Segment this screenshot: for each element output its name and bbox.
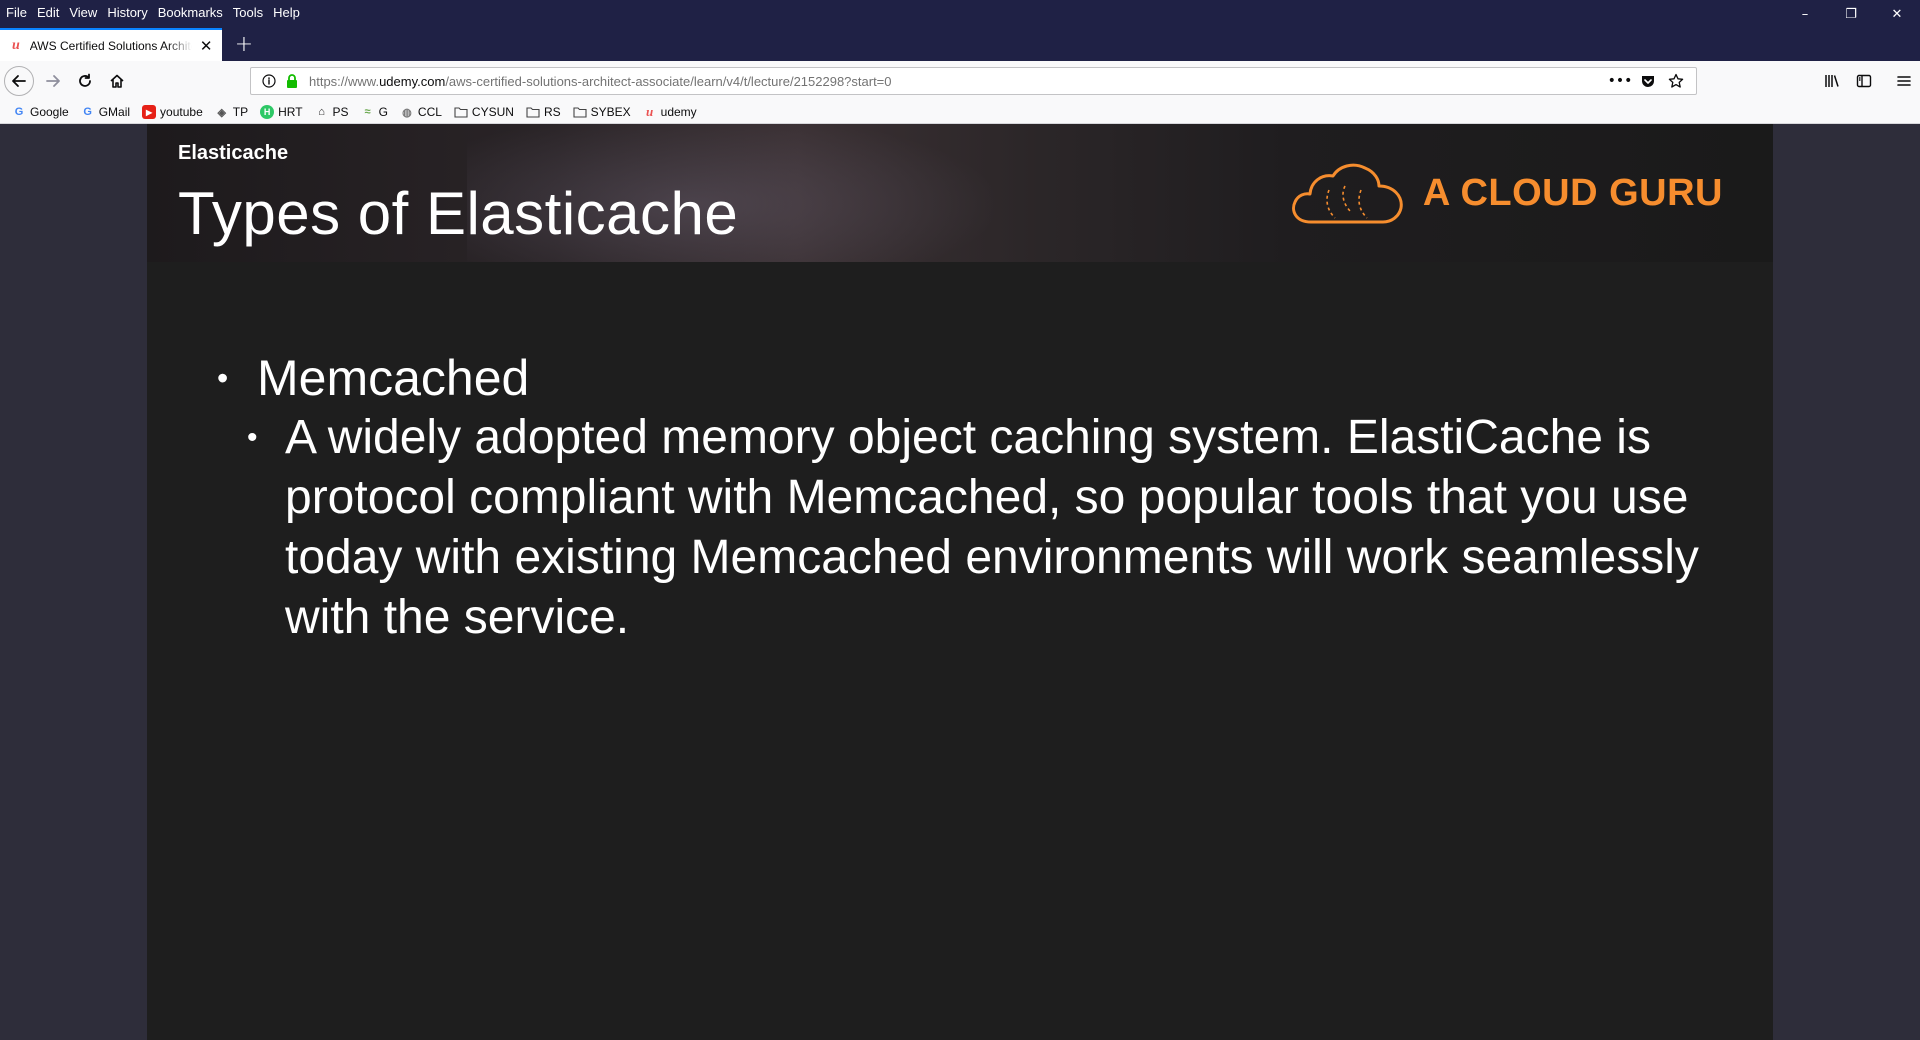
bookmark-label: CCL: [417, 105, 442, 119]
menu-file[interactable]: File: [6, 5, 34, 20]
bookmark-label: RS: [543, 105, 561, 119]
bullet-dot-icon: •: [217, 360, 229, 396]
section-label: Elasticache: [178, 142, 289, 164]
bookmark-folder-cysun[interactable]: CYSUN: [454, 105, 514, 119]
hamburger-menu-icon[interactable]: [1888, 65, 1920, 97]
bullet-text: A widely adopted memory object caching s…: [285, 411, 1699, 644]
bookmark-label: udemy: [660, 105, 697, 119]
brand-logo: A CLOUD GURU: [1289, 160, 1723, 226]
bookmark-label: Google: [30, 105, 69, 119]
bookmarks-toolbar: G Google G GMail ▶ youtube ◈ TP H HRT ⌂ PS ≈ G …: [0, 101, 1920, 124]
url-host: udemy.com: [379, 73, 446, 89]
tab-active[interactable]: u AWS Certified Solutions Architect ✕: [0, 28, 222, 61]
bookmark-label: GMail: [98, 105, 131, 119]
tab-title: AWS Certified Solutions Architect: [29, 38, 193, 53]
tab-strip: u AWS Certified Solutions Architect ✕ +: [0, 24, 1920, 61]
bookmark-label: SYBEX: [590, 105, 631, 119]
url-prefix: https://www.: [309, 73, 380, 89]
bookmark-label: PS: [332, 105, 349, 119]
bookmark-label: HRT: [278, 105, 303, 119]
tp-icon: ◈: [217, 106, 226, 119]
google-icon: G: [14, 106, 24, 118]
slide-header: Elasticache Types of Elasticache A CLOUD…: [147, 124, 1773, 262]
folder-icon: [454, 105, 468, 119]
bookmark-folder-rs[interactable]: RS: [526, 105, 561, 119]
g-icon: ≈: [364, 106, 371, 118]
back-arrow-icon: [12, 75, 26, 87]
bookmark-label: G: [378, 105, 388, 119]
reload-icon: [79, 73, 91, 87]
udemy-favicon-icon: u: [11, 37, 20, 53]
back-button[interactable]: [4, 66, 34, 96]
url-path: /aws-certified-solutions-architect-assoc…: [445, 73, 892, 89]
url-actions: •••: [1606, 68, 1690, 94]
home-icon: [110, 74, 124, 88]
bookmark-google[interactable]: G Google: [12, 105, 69, 119]
page-actions-button[interactable]: •••: [1606, 68, 1634, 94]
bookmark-ccl[interactable]: ◍ CCL: [400, 105, 442, 119]
udemy-icon: u: [646, 104, 654, 119]
bookmark-youtube[interactable]: ▶ youtube: [142, 105, 203, 119]
ps-icon: ⌂: [318, 106, 325, 118]
url-bar[interactable]: https://www.udemy.com/aws-certified-solu…: [250, 67, 1697, 95]
bookmark-hrt[interactable]: H HRT: [260, 105, 303, 119]
bookmark-g[interactable]: ≈ G: [361, 105, 388, 119]
bullet-level-1: • Memcached: [217, 348, 1737, 408]
hackerrank-icon: H: [260, 105, 275, 119]
slide-bullets: • Memcached • A widely adopted memory ob…: [217, 348, 1737, 648]
menu-history[interactable]: History: [107, 5, 154, 20]
bookmark-gmail[interactable]: G GMail: [81, 105, 130, 119]
bookmark-label: youtube: [160, 105, 203, 119]
navigation-toolbar: https://www.udemy.com/aws-certified-solu…: [0, 61, 1920, 101]
menu-help[interactable]: Help: [273, 5, 307, 20]
brand-name: A CLOUD GURU: [1422, 171, 1723, 214]
bookmark-udemy[interactable]: u udemy: [643, 104, 697, 119]
bookmark-tp[interactable]: ◈ TP: [215, 105, 249, 119]
forward-button[interactable]: [38, 66, 68, 96]
library-icon[interactable]: [1816, 65, 1848, 97]
bullet-dot-icon: •: [247, 421, 258, 454]
home-button[interactable]: [102, 66, 132, 96]
menu-bar: File Edit View History Bookmarks Tools H…: [0, 0, 310, 24]
page-content: Elasticache Types of Elasticache A CLOUD…: [0, 124, 1920, 1040]
slide-title: Types of Elasticache: [178, 180, 739, 247]
new-tab-button[interactable]: +: [230, 30, 258, 58]
info-icon[interactable]: [259, 74, 279, 88]
reload-button[interactable]: [70, 66, 100, 96]
youtube-icon: ▶: [142, 105, 157, 119]
bookmark-star-icon[interactable]: [1662, 68, 1690, 94]
sidebar-icon[interactable]: [1848, 65, 1880, 97]
title-bar: File Edit View History Bookmarks Tools H…: [0, 0, 1920, 24]
menu-edit[interactable]: Edit: [37, 5, 66, 20]
bullet-text: Memcached: [257, 350, 530, 406]
folder-icon: [573, 105, 587, 119]
menu-view[interactable]: View: [69, 5, 104, 20]
pocket-icon[interactable]: [1634, 68, 1662, 94]
bullet-level-2: • A widely adopted memory object caching…: [247, 408, 1737, 648]
cloud-logo-icon: [1291, 163, 1403, 224]
bookmark-folder-sybex[interactable]: SYBEX: [573, 105, 631, 119]
lock-icon[interactable]: [283, 74, 301, 88]
forward-arrow-icon: [46, 75, 60, 87]
menu-tools[interactable]: Tools: [233, 5, 270, 20]
shield-icon: ◍: [402, 106, 412, 119]
lecture-slide[interactable]: Elasticache Types of Elasticache A CLOUD…: [147, 124, 1773, 1040]
bookmark-label: TP: [232, 105, 249, 119]
bookmark-ps[interactable]: ⌂ PS: [315, 105, 349, 119]
tab-close-icon[interactable]: ✕: [198, 37, 214, 55]
google-icon: G: [83, 106, 92, 118]
menu-bookmarks[interactable]: Bookmarks: [158, 5, 230, 20]
bookmark-label: CYSUN: [471, 105, 514, 119]
right-toolbar: [1816, 61, 1920, 101]
folder-icon: [526, 105, 540, 119]
url-text[interactable]: https://www.udemy.com/aws-certified-solu…: [309, 74, 892, 89]
